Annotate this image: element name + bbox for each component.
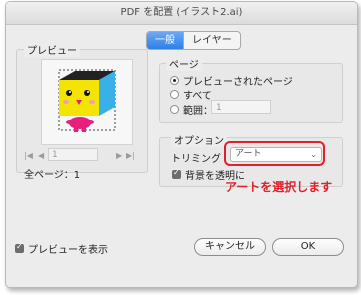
chevron-down-icon: ⌄ [310, 150, 317, 159]
preview-legend: プレビュー [24, 42, 80, 57]
checkbox-checked[interactable] [172, 168, 181, 179]
cancel-button[interactable]: キャンセル [194, 238, 266, 256]
tab-general[interactable]: 一般 [147, 32, 183, 49]
crop-select-value: アート [235, 149, 262, 159]
annotation-text: アートを選択します [225, 180, 333, 194]
radio-button[interactable] [170, 105, 179, 114]
last-page-button[interactable]: ▶| [126, 151, 135, 160]
preview-area [41, 59, 133, 145]
options-legend: オプション [171, 132, 227, 147]
prev-page-button[interactable]: ◀ [38, 151, 44, 160]
crop-label: トリミング [171, 154, 221, 165]
radio-label: 範囲： [183, 106, 213, 117]
crop-select[interactable]: アート ⌄ [230, 147, 322, 162]
range-input[interactable]: 1 [211, 100, 271, 114]
radio-label: プレビューされたページ [183, 77, 293, 88]
place-pdf-dialog: PDF を配置 (イラスト2.ai) プレビュー |◀ ◀ 1 ▶ ▶| 全ペー… [5, 1, 358, 288]
tab-bar: 一般 レイヤー [146, 31, 241, 50]
window-title: PDF を配置 (イラスト2.ai) [6, 2, 357, 25]
pages-legend: ページ [166, 56, 202, 71]
next-page-button[interactable]: ▶ [116, 151, 122, 160]
radio-label: すべて [183, 91, 212, 102]
total-pages-label: 全ページ：1 [24, 170, 81, 181]
radio-button[interactable] [170, 90, 179, 99]
radio-button[interactable] [170, 76, 179, 85]
first-page-button[interactable]: |◀ [24, 151, 33, 160]
radio-previewed-page[interactable]: プレビューされたページ [170, 73, 293, 88]
ok-button[interactable]: OK [272, 238, 344, 256]
radio-range[interactable]: 範囲： [170, 102, 213, 117]
preview-illustration [58, 69, 116, 132]
checkbox-checked[interactable] [15, 242, 24, 253]
page-number-field[interactable]: 1 [48, 148, 98, 161]
radio-all-pages[interactable]: すべて [170, 87, 212, 102]
tab-layers[interactable]: レイヤー [183, 32, 240, 49]
show-preview-label: プレビューを表示 [28, 245, 108, 256]
show-preview-checkbox[interactable]: プレビューを表示 [15, 241, 108, 256]
